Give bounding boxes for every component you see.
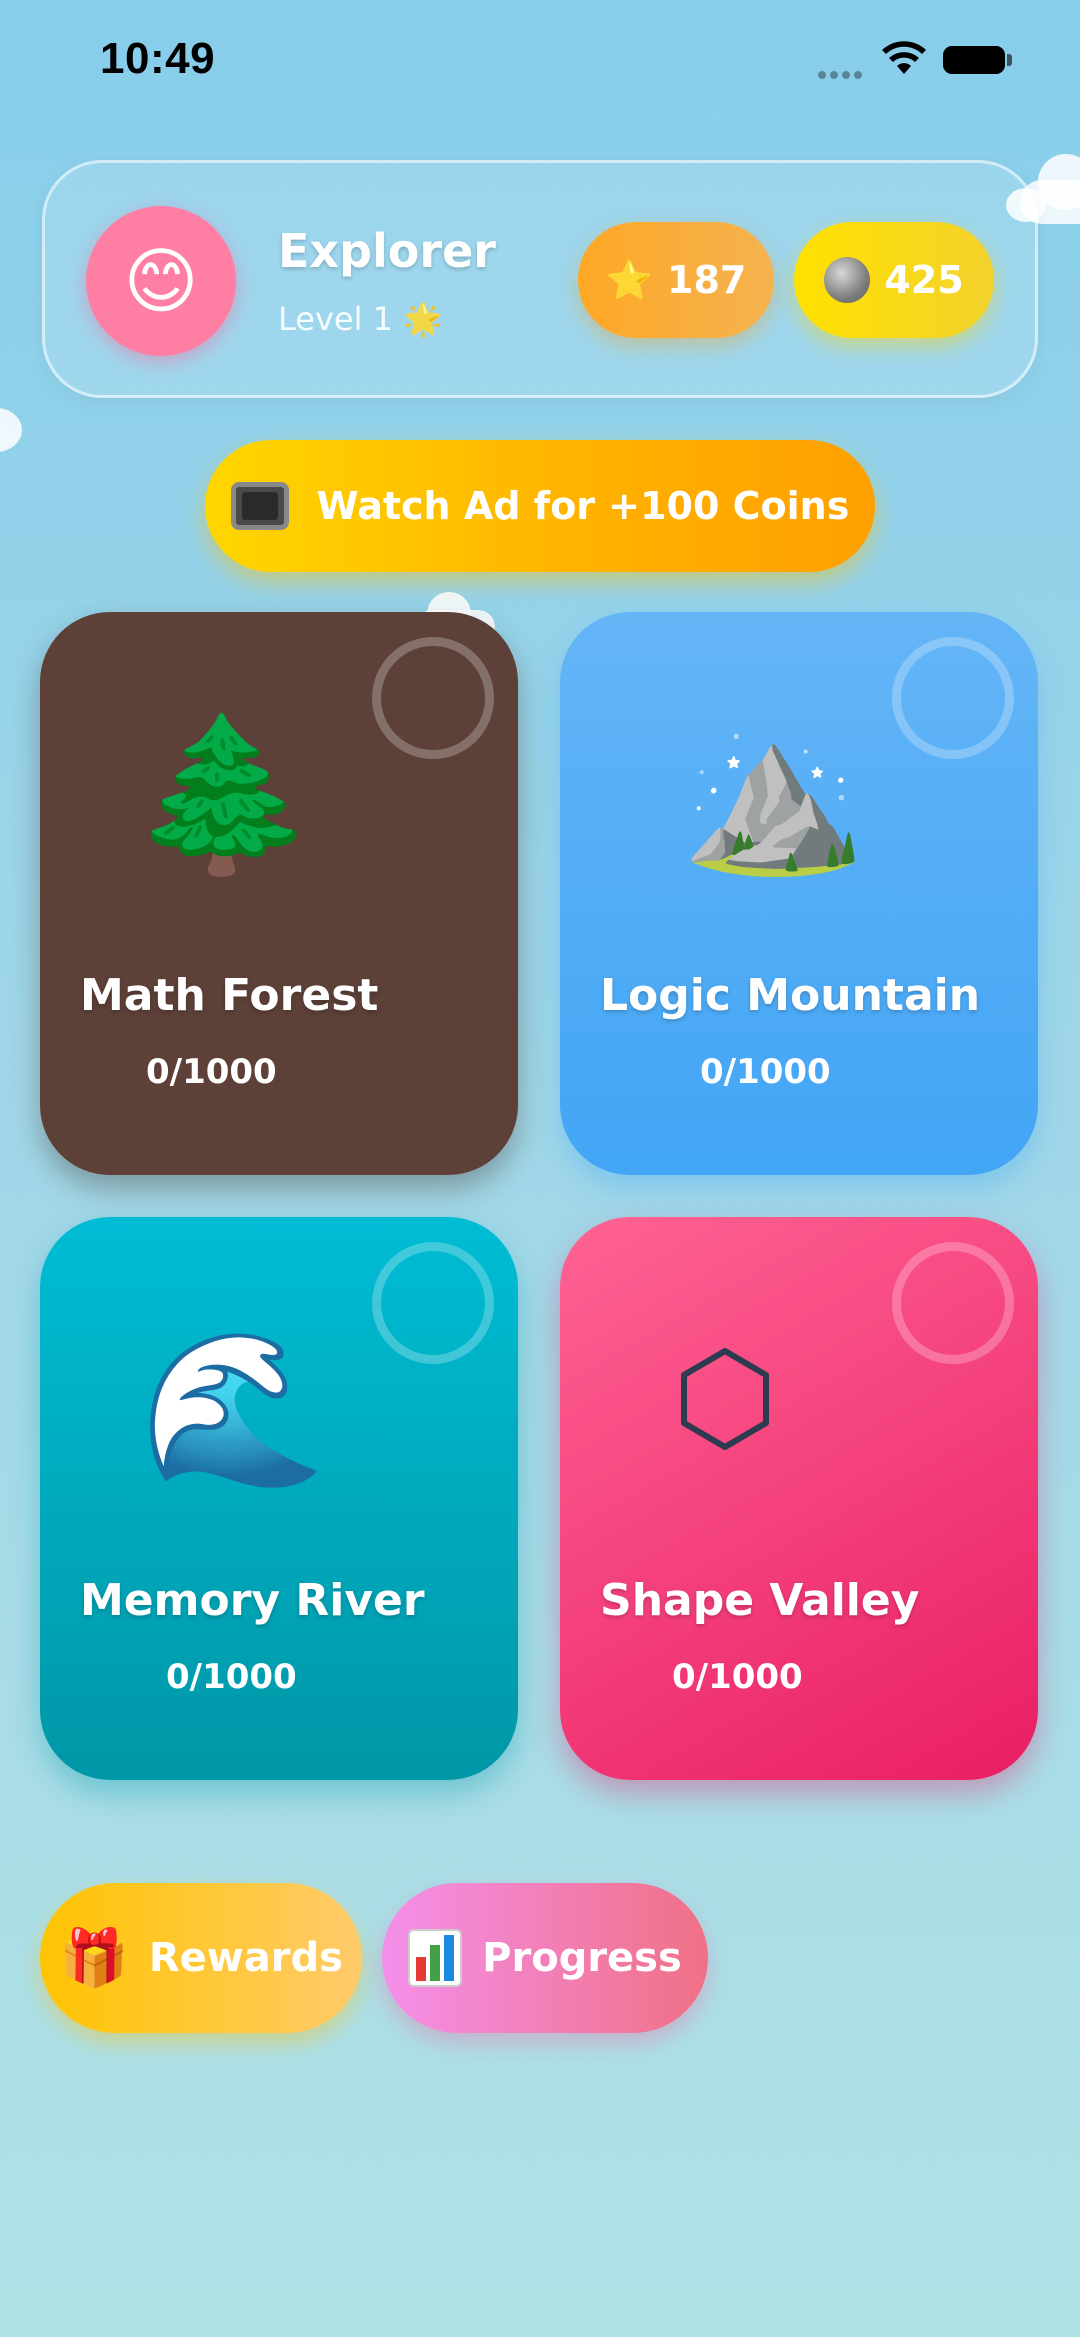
coins-counter[interactable]: 425 [794, 222, 994, 338]
progress-label: Progress [482, 1935, 682, 1981]
world-title: Math Forest [80, 970, 379, 1021]
cloud-decoration [0, 408, 22, 452]
bar-chart-icon [408, 1929, 463, 1987]
world-title: Logic Mountain [600, 970, 981, 1021]
profile-level: Level 1 🌟 [278, 300, 444, 338]
battery-icon [943, 46, 1005, 74]
wave-icon: 🌊 [140, 1323, 327, 1497]
world-title: Memory River [80, 1575, 425, 1626]
coins-value: 425 [884, 258, 964, 302]
completion-ring [372, 637, 494, 759]
world-card-logic-mountain[interactable]: ⛰️ Logic Mountain 0/1000 [560, 612, 1038, 1175]
cellular-signal-icon [818, 64, 870, 79]
battery-tip [1007, 54, 1012, 66]
mountain-icon: ⛰️ [680, 708, 867, 882]
world-card-shape-valley[interactable]: Shape Valley 0/1000 [560, 1217, 1038, 1780]
world-card-math-forest[interactable]: 🌲 Math Forest 0/1000 [40, 612, 518, 1175]
avatar[interactable]: 😊 [86, 206, 236, 356]
stars-value: 187 [667, 258, 747, 302]
tree-icon: 🌲 [130, 708, 317, 882]
world-title: Shape Valley [600, 1575, 920, 1626]
rewards-label: Rewards [148, 1935, 343, 1981]
tv-icon [230, 482, 289, 530]
completion-ring [372, 1242, 494, 1364]
status-time: 10:49 [100, 34, 216, 83]
watch-ad-button[interactable]: Watch Ad for +100 Coins [205, 440, 875, 572]
wifi-icon [882, 41, 926, 74]
hexagon-icon [681, 1348, 769, 1450]
world-progress: 0/1000 [166, 1657, 297, 1697]
world-progress: 0/1000 [700, 1052, 831, 1092]
world-card-memory-river[interactable]: 🌊 Memory River 0/1000 [40, 1217, 518, 1780]
stars-counter[interactable]: ⭐ 187 [578, 222, 774, 338]
completion-ring [892, 637, 1014, 759]
world-progress: 0/1000 [146, 1052, 277, 1092]
profile-name: Explorer [278, 224, 496, 278]
gift-icon: 🎁 [59, 1926, 129, 1991]
completion-ring [892, 1242, 1014, 1364]
world-progress: 0/1000 [672, 1657, 803, 1697]
watch-ad-label: Watch Ad for +100 Coins [316, 484, 850, 528]
rewards-button[interactable]: 🎁 Rewards [40, 1883, 362, 2033]
star-icon: ⭐ [605, 257, 653, 302]
progress-button[interactable]: Progress [382, 1883, 708, 2033]
coin-icon [824, 257, 871, 303]
